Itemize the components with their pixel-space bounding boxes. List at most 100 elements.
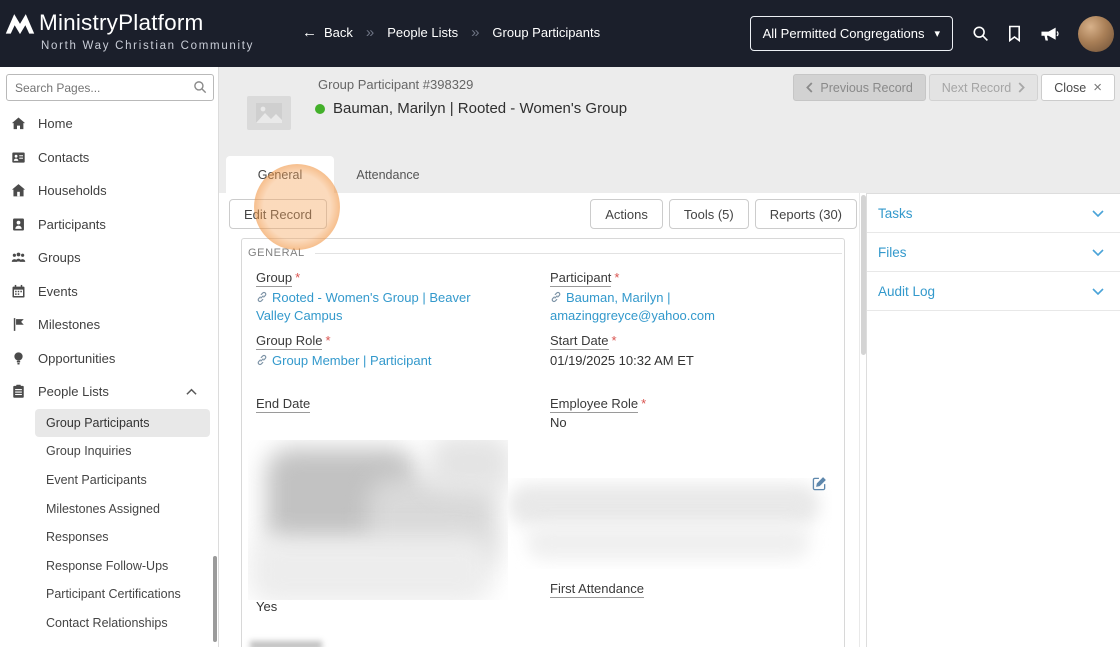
caret-down-icon: ▾ bbox=[934, 28, 940, 40]
next-record-button[interactable]: Next Record bbox=[928, 74, 1039, 101]
sidebar-item-label: People Lists bbox=[38, 384, 109, 400]
record-nav-buttons: Previous Record Next Record Close × bbox=[793, 74, 1115, 101]
bookmark-icon[interactable] bbox=[1008, 25, 1021, 42]
breadcrumb: ← Back » People Lists » Group Participan… bbox=[302, 24, 600, 41]
congregation-selector-label: All Permitted Congregations bbox=[762, 26, 925, 41]
chevron-left-icon bbox=[806, 82, 813, 93]
tab-attendance[interactable]: Attendance bbox=[334, 156, 442, 193]
sidebar-item-contacts[interactable]: Contacts bbox=[0, 141, 218, 175]
sidebar-subitem-response-follow-ups[interactable]: Response Follow-Ups bbox=[0, 551, 218, 580]
sidebar-subitem-responses[interactable]: Responses bbox=[0, 523, 218, 552]
breadcrumb-group-participants[interactable]: Group Participants bbox=[492, 25, 600, 40]
sidebar-item-participants[interactable]: Participants bbox=[0, 208, 218, 242]
start-date-field-label: Start Date * bbox=[550, 333, 617, 350]
record-photo-placeholder[interactable] bbox=[247, 96, 291, 130]
edit-record-button[interactable]: Edit Record bbox=[229, 199, 327, 229]
sidebar-subitem-label: Participant Certifications bbox=[46, 587, 181, 602]
close-x-icon: × bbox=[1093, 79, 1102, 96]
sidebar-subitem-label: Milestones Assigned bbox=[46, 501, 160, 516]
chevron-down-icon bbox=[1092, 287, 1104, 295]
sidebar-item-people-lists[interactable]: People Lists bbox=[0, 375, 218, 409]
required-marker: * bbox=[641, 396, 647, 411]
tab-general[interactable]: General bbox=[226, 156, 334, 193]
sidebar-menu: Home Contacts Households Participants Gr… bbox=[0, 107, 218, 637]
congregation-selector[interactable]: All Permitted Congregations ▾ bbox=[749, 16, 953, 51]
user-avatar[interactable] bbox=[1078, 15, 1114, 52]
link-icon bbox=[256, 353, 268, 370]
sidebar-item-label: Groups bbox=[38, 250, 81, 266]
group-link[interactable]: Rooted - Women's Group | Beaver Valley C… bbox=[256, 290, 471, 323]
general-section-header: GENERAL bbox=[248, 247, 842, 259]
participant-field-value[interactable]: Bauman, Marilyn | amazinggreyce@yahoo.co… bbox=[550, 289, 836, 324]
back-button[interactable]: ← Back bbox=[302, 24, 353, 41]
sidebar-scrollbar[interactable] bbox=[213, 556, 217, 642]
sidebar-item-households[interactable]: Households bbox=[0, 174, 218, 208]
back-label: Back bbox=[324, 25, 353, 40]
close-record-button[interactable]: Close × bbox=[1041, 74, 1115, 101]
search-icon[interactable] bbox=[972, 25, 989, 42]
sidebar-item-groups[interactable]: Groups bbox=[0, 241, 218, 275]
audit-log-section-toggle[interactable]: Audit Log bbox=[867, 272, 1120, 311]
flag-icon bbox=[11, 317, 26, 332]
first-attendance-field-label: First Attendance bbox=[550, 581, 644, 598]
tools-button[interactable]: Tools (5) bbox=[668, 199, 749, 229]
sidebar-item-label: Contacts bbox=[38, 149, 90, 165]
search-pages-input[interactable] bbox=[6, 74, 214, 101]
breadcrumb-separator-icon: » bbox=[365, 24, 375, 41]
sidebar-item-home[interactable]: Home bbox=[0, 107, 218, 141]
edit-field-icon[interactable] bbox=[812, 476, 827, 496]
actions-button[interactable]: Actions bbox=[590, 199, 663, 229]
cut-off-content-blur bbox=[250, 641, 322, 647]
people-group-icon bbox=[11, 250, 26, 265]
home-icon bbox=[11, 116, 26, 131]
record-id-heading: Group Participant #398329 bbox=[318, 77, 474, 92]
sidebar-item-label: Home bbox=[38, 116, 73, 132]
next-record-label: Next Record bbox=[941, 80, 1012, 95]
header-actions: All Permitted Congregations ▾ bbox=[749, 0, 1114, 67]
sidebar-subitem-participant-certifications[interactable]: Participant Certifications bbox=[0, 580, 218, 609]
participant-badge-icon bbox=[11, 217, 26, 232]
previous-record-label: Previous Record bbox=[820, 80, 913, 95]
sidebar-item-opportunities[interactable]: Opportunities bbox=[0, 342, 218, 376]
sidebar-item-label: Opportunities bbox=[38, 350, 116, 366]
close-label: Close bbox=[1054, 80, 1087, 95]
participant-link[interactable]: Bauman, Marilyn | amazinggreyce@yahoo.co… bbox=[550, 290, 715, 323]
image-placeholder-icon bbox=[256, 103, 282, 123]
group-role-field-value[interactable]: Group Member | Participant bbox=[256, 352, 526, 370]
sidebar-item-milestones[interactable]: Milestones bbox=[0, 308, 218, 342]
link-icon bbox=[256, 290, 268, 307]
participant-field-label: Participant * bbox=[550, 270, 620, 287]
sidebar-subitem-event-participants[interactable]: Event Participants bbox=[0, 466, 218, 495]
reports-button[interactable]: Reports (30) bbox=[754, 199, 857, 229]
tab-label: Attendance bbox=[356, 167, 420, 182]
files-section-toggle[interactable]: Files bbox=[867, 233, 1120, 272]
previous-record-button[interactable]: Previous Record bbox=[793, 74, 926, 101]
chevron-right-icon bbox=[1018, 82, 1026, 93]
breadcrumb-people-lists[interactable]: People Lists bbox=[387, 25, 458, 40]
sidebar-subitem-group-participants[interactable]: Group Participants bbox=[35, 408, 210, 438]
group-field-value[interactable]: Rooted - Women's Group | Beaver Valley C… bbox=[256, 289, 508, 324]
sidebar-subitem-group-inquiries[interactable]: Group Inquiries bbox=[0, 437, 218, 466]
redacted-photo-blur bbox=[248, 440, 508, 600]
app-name: MinistryPlatform bbox=[39, 10, 204, 35]
main-content-scrollbar[interactable] bbox=[859, 193, 866, 647]
sidebar-subitem-label: Response Follow-Ups bbox=[46, 558, 169, 573]
record-header: Group Participant #398329 Bauman, Marily… bbox=[219, 67, 1120, 193]
announcement-megaphone-icon[interactable] bbox=[1040, 25, 1059, 42]
group-role-link[interactable]: Group Member | Participant bbox=[272, 353, 431, 368]
tab-label: General bbox=[257, 167, 303, 182]
sidebar-item-label: Households bbox=[38, 183, 107, 199]
files-section-label: Files bbox=[878, 244, 907, 260]
sidebar-subitem-contact-relationships[interactable]: Contact Relationships bbox=[0, 609, 218, 638]
tasks-section-toggle[interactable]: Tasks bbox=[867, 194, 1120, 233]
required-marker: * bbox=[325, 333, 331, 348]
sidebar-navigation: Home Contacts Households Participants Gr… bbox=[0, 67, 219, 647]
app-brand[interactable]: MinistryPlatform bbox=[4, 7, 203, 39]
sidebar-item-label: Milestones bbox=[38, 317, 101, 333]
sidebar-subitem-milestones-assigned[interactable]: Milestones Assigned bbox=[0, 494, 218, 523]
sidebar-subitem-label: Group Participants bbox=[46, 415, 150, 430]
sidebar-item-events[interactable]: Events bbox=[0, 275, 218, 309]
sidebar-item-label: Participants bbox=[38, 216, 106, 232]
audit-log-section-label: Audit Log bbox=[878, 283, 936, 299]
chevron-down-icon bbox=[1092, 248, 1104, 256]
